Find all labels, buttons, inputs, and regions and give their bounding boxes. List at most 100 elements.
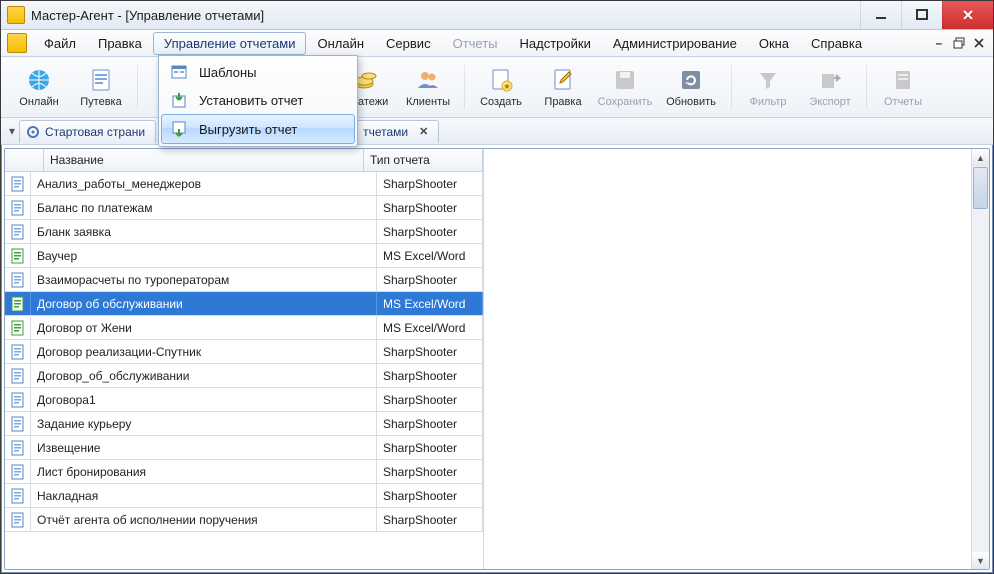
table-row[interactable]: Задание курьеруSharpShooter [5, 412, 483, 436]
tab-start-page[interactable]: Стартовая страни [19, 120, 156, 143]
window-controls [860, 1, 993, 29]
table-row[interactable]: Договор реализации-СпутникSharpShooter [5, 340, 483, 364]
toolbar-filter-button[interactable]: Фильтр [738, 60, 798, 114]
minimize-button[interactable] [860, 1, 901, 29]
row-icon [5, 508, 31, 531]
document-icon [87, 66, 115, 94]
grid-header: Название Тип отчета [5, 149, 483, 172]
toolbar-edit-label: Правка [544, 96, 581, 108]
toolbar-export-button[interactable]: Экспорт [800, 60, 860, 114]
row-type: MS Excel/Word [377, 292, 483, 315]
menu-item[interactable]: Файл [33, 32, 87, 55]
table-row[interactable]: Договор от ЖениMS Excel/Word [5, 316, 483, 340]
menu-item[interactable]: Управление отчетами [153, 32, 307, 55]
row-type: SharpShooter [377, 388, 483, 411]
row-name: Договор_об_обслуживании [31, 364, 377, 387]
table-row[interactable]: Лист бронированияSharpShooter [5, 460, 483, 484]
table-row[interactable]: Договора1SharpShooter [5, 388, 483, 412]
row-name: Договор от Жени [31, 316, 377, 339]
menu-item[interactable]: Окна [748, 32, 800, 55]
menu-item[interactable]: Отчеты [442, 32, 509, 55]
menu-item[interactable]: Справка [800, 32, 873, 55]
toolbar-online-button[interactable]: Онлайн [9, 60, 69, 114]
toolbar-voucher-button[interactable]: Путевка [71, 60, 131, 114]
row-icon [5, 196, 31, 219]
reports-menu-dropdown: ШаблоныУстановить отчет Выгрузить отчет [158, 55, 358, 147]
app-icon [7, 6, 25, 24]
maximize-button[interactable] [901, 1, 942, 29]
toolbar-create-label: Создать [480, 96, 522, 108]
toolbar-separator [731, 65, 732, 109]
row-name: Лист бронирования [31, 460, 377, 483]
mdi-close-button[interactable] [971, 35, 987, 51]
toolbar-create-button[interactable]: ★ Создать [471, 60, 531, 114]
table-row[interactable]: Анализ_работы_менеджеровSharpShooter [5, 172, 483, 196]
filter-icon [754, 66, 782, 94]
edit-document-icon [549, 66, 577, 94]
mdi-minimize-button[interactable]: – [931, 35, 947, 51]
toolbar-reports-button[interactable]: Отчеты [873, 60, 933, 114]
globe-icon [25, 66, 53, 94]
toolbar-update-label: Обновить [666, 96, 716, 108]
row-type: SharpShooter [377, 268, 483, 291]
scroll-down-button[interactable]: ▼ [972, 552, 989, 569]
row-icon [5, 268, 31, 291]
scroll-up-button[interactable]: ▲ [972, 149, 989, 166]
table-row[interactable]: Баланс по платежамSharpShooter [5, 196, 483, 220]
toolbar-edit-button[interactable]: Правка [533, 60, 593, 114]
toolbar-update-button[interactable]: Обновить [657, 60, 725, 114]
row-name: Договора1 [31, 388, 377, 411]
table-row[interactable]: Взаиморасчеты по туроператорамSharpShoot… [5, 268, 483, 292]
mdi-controls: – [931, 35, 987, 51]
export-icon [816, 66, 844, 94]
tabstrip-chevron-icon[interactable]: ▾ [5, 124, 19, 138]
dropdown-item[interactable]: Шаблоны [161, 58, 355, 86]
detail-pane: ▲ ▼ [484, 149, 989, 569]
table-row[interactable]: Бланк заявкаSharpShooter [5, 220, 483, 244]
menu-item[interactable]: Онлайн [306, 32, 375, 55]
row-type: SharpShooter [377, 508, 483, 531]
dropdown-item-label: Выгрузить отчет [199, 122, 297, 137]
dropdown-item[interactable]: Выгрузить отчет [161, 114, 355, 144]
toolbar-save-button[interactable]: Сохранить [595, 60, 655, 114]
grid-panel: Название Тип отчета Анализ_работы_менедж… [5, 149, 484, 569]
row-type: MS Excel/Word [377, 316, 483, 339]
grid-header-icon-col[interactable] [5, 149, 44, 171]
row-name: Задание курьеру [31, 412, 377, 435]
tab-reports[interactable]: тчетами ✕ [356, 120, 439, 143]
report-icon [889, 66, 917, 94]
close-button[interactable] [942, 1, 993, 29]
tab-close-button[interactable]: ✕ [419, 125, 428, 138]
toolbar-export-label: Экспорт [809, 96, 850, 108]
menu-item[interactable]: Надстройки [509, 32, 602, 55]
row-icon [5, 436, 31, 459]
menu-item[interactable]: Правка [87, 32, 153, 55]
table-row[interactable]: Договор_об_обслуживанииSharpShooter [5, 364, 483, 388]
scroll-thumb[interactable] [973, 167, 988, 209]
row-icon [5, 220, 31, 243]
row-name: Бланк заявка [31, 220, 377, 243]
grid-header-name[interactable]: Название [44, 149, 364, 171]
grid-body[interactable]: Анализ_работы_менеджеровSharpShooterБала… [5, 172, 483, 569]
grid-header-type[interactable]: Тип отчета [364, 149, 483, 171]
table-row[interactable]: ВаучерMS Excel/Word [5, 244, 483, 268]
table-row[interactable]: Отчёт агента об исполнении порученияShar… [5, 508, 483, 532]
menu-item[interactable]: Сервис [375, 32, 442, 55]
menu-item[interactable]: Администрирование [602, 32, 748, 55]
table-row[interactable]: Договор об обслуживанииMS Excel/Word [5, 292, 483, 316]
row-icon [5, 412, 31, 435]
table-row[interactable]: ИзвещениеSharpShooter [5, 436, 483, 460]
row-type: SharpShooter [377, 436, 483, 459]
row-icon [5, 340, 31, 363]
row-type: SharpShooter [377, 412, 483, 435]
row-name: Взаиморасчеты по туроператорам [31, 268, 377, 291]
row-type: SharpShooter [377, 484, 483, 507]
dropdown-item[interactable]: Установить отчет [161, 86, 355, 114]
toolbar-clients-button[interactable]: Клиенты [398, 60, 458, 114]
mdi-restore-button[interactable] [951, 35, 967, 51]
table-row[interactable]: НакладнаяSharpShooter [5, 484, 483, 508]
scrollbar[interactable]: ▲ ▼ [971, 149, 989, 569]
menubar: ФайлПравкаУправление отчетамиОнлайнСерви… [1, 30, 993, 57]
row-name: Договор реализации-Спутник [31, 340, 377, 363]
content-area: Название Тип отчета Анализ_работы_менедж… [4, 148, 990, 570]
